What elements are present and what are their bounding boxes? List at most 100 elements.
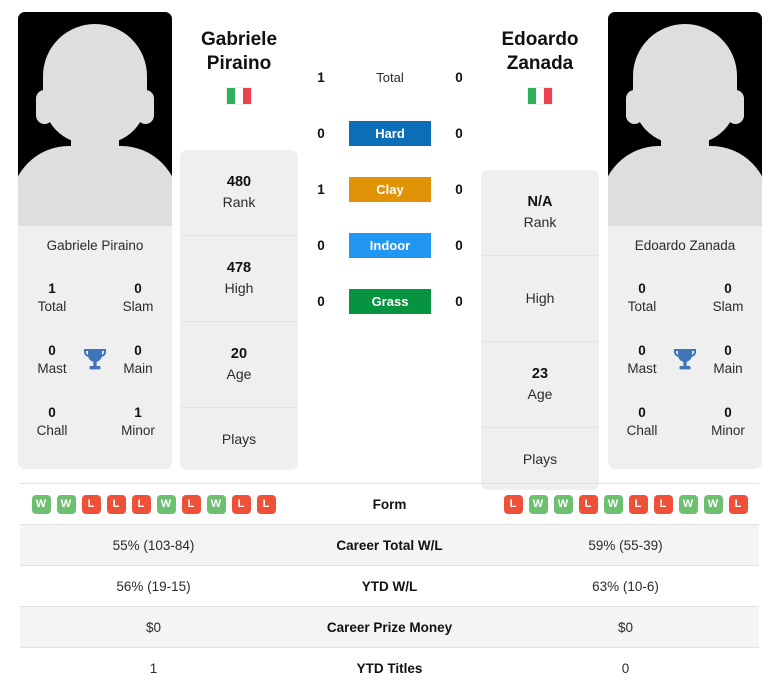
high-cell-left: 478 High (180, 236, 298, 322)
table-row-career-prize-money: $0 Career Prize Money $0 (20, 606, 759, 648)
value: 0 (638, 404, 646, 420)
form-badge[interactable]: L (131, 494, 151, 514)
value: 0 (48, 342, 56, 358)
trophy-icon (668, 347, 702, 373)
label: Mast (37, 361, 67, 376)
label: Total (37, 299, 67, 314)
player-name-right: Edoardo Zanada (634, 238, 736, 253)
surface-badge-hard[interactable]: Hard (349, 120, 431, 146)
label: Minor (711, 423, 745, 438)
avatar-ear-icon (137, 90, 154, 124)
ytd-wl-left: 56% (19-15) (116, 578, 191, 594)
titles-chall-left: 0 Chall (28, 404, 76, 440)
avatar-right (608, 12, 762, 226)
rank-cell-left: 480 Rank (180, 150, 298, 236)
player-first-name-left: Gabriele (200, 29, 278, 50)
plays-cell-left: Plays (180, 408, 298, 470)
surface-score-left: 1 (317, 181, 325, 197)
row-label-ytd-titles: YTD Titles (356, 660, 423, 676)
form-badge[interactable]: L (231, 494, 251, 514)
form-badge[interactable]: W (703, 494, 723, 514)
titles-grid-right: 0 Total 0 Slam 0 Mast 0 Main 0 Chall 0 M… (608, 263, 762, 469)
label: Chall (626, 423, 658, 438)
surface-score-right: 0 (455, 125, 463, 141)
comparison-stats-table: WWLLLWLWLL Form LWWLWLLWWL 55% (103-84) … (20, 483, 759, 689)
titles-row: 0 Chall 0 Minor (608, 391, 762, 453)
label: Slam (122, 299, 154, 314)
career-total-wl-right: 59% (55-39) (588, 537, 663, 553)
italy-flag-icon (527, 86, 553, 105)
label: High (525, 290, 555, 307)
titles-grid-left: 1 Total 0 Slam 0 Mast 0 Main 0 Chall 1 M… (18, 263, 172, 469)
surface-badge-clay[interactable]: Clay (349, 176, 431, 202)
titles-mast-right: 0 Mast (618, 342, 666, 378)
value: 0 (48, 404, 56, 420)
career-prize-money-left: $0 (145, 619, 162, 635)
form-badge[interactable]: L (106, 494, 126, 514)
surface-row-indoor: 0 Indoor 0 (310, 230, 470, 260)
form-badge[interactable]: L (181, 494, 201, 514)
form-badge[interactable]: L (578, 494, 598, 514)
form-badge[interactable]: W (678, 494, 698, 514)
surface-badge-grass[interactable]: Grass (349, 288, 431, 314)
ytd-titles-right: 0 (621, 660, 630, 676)
avatar-ear-icon (626, 90, 643, 124)
form-badge[interactable]: W (553, 494, 573, 514)
surface-score-right: 0 (455, 181, 463, 197)
surface-score-right: 0 (455, 237, 463, 253)
value: 20 (230, 346, 248, 363)
form-badge[interactable]: W (31, 494, 51, 514)
form-badge[interactable]: L (628, 494, 648, 514)
titles-main-right: 0 Main (704, 342, 752, 378)
row-label-form: Form (372, 496, 407, 512)
value: 0 (724, 404, 732, 420)
player-photo-card-right[interactable]: Edoardo Zanada 0 Total 0 Slam 0 Mast 0 M… (608, 12, 762, 469)
italy-flag-icon (226, 86, 252, 105)
avatar-body-icon (608, 146, 762, 226)
form-badge[interactable]: L (728, 494, 748, 514)
trophy-icon (78, 347, 112, 373)
row-label-ytd-wl: YTD W/L (361, 578, 418, 594)
player-header-left[interactable]: Gabriele Piraino (175, 28, 303, 105)
label: Chall (36, 423, 68, 438)
surface-row-grass: 0 Grass 0 (310, 286, 470, 316)
surface-badge-indoor[interactable]: Indoor (349, 232, 431, 258)
form-badge[interactable]: L (256, 494, 276, 514)
plays-cell-right: Plays (481, 428, 599, 490)
head-to-head-surfaces: 1 Total 0 0 Hard 0 1 Clay 0 0 Indoor 0 0 Grass 0 (310, 62, 470, 342)
value: 1 (48, 280, 56, 296)
form-badge[interactable]: L (81, 494, 101, 514)
player-comparison-header: Gabriele Piraino 1 Total 0 Slam 0 Mast 0… (0, 0, 779, 490)
form-strip-left: WWLLLWLWLL (20, 494, 287, 514)
label: Minor (121, 423, 155, 438)
titles-minor-right: 0 Minor (704, 404, 752, 440)
form-badge[interactable]: W (603, 494, 623, 514)
row-label-career-prize-money: Career Prize Money (326, 619, 453, 635)
player-stats-card-right: N/A Rank High 23 Age Plays (481, 170, 599, 490)
form-badge[interactable]: L (503, 494, 523, 514)
titles-chall-right: 0 Chall (618, 404, 666, 440)
value: 478 (226, 260, 252, 277)
form-badge[interactable]: W (528, 494, 548, 514)
player-header-right[interactable]: Edoardo Zanada (476, 28, 604, 105)
label: Plays (522, 450, 558, 467)
form-badge[interactable]: W (56, 494, 76, 514)
value: 0 (724, 280, 732, 296)
player-photo-card-left[interactable]: Gabriele Piraino 1 Total 0 Slam 0 Mast 0… (18, 12, 172, 469)
rank-cell-right: N/A Rank (481, 170, 599, 256)
form-badge[interactable]: L (653, 494, 673, 514)
form-badge[interactable]: W (156, 494, 176, 514)
surface-score-right: 0 (455, 69, 463, 85)
form-badge[interactable]: W (206, 494, 226, 514)
label: Mast (627, 361, 657, 376)
player-name-left: Gabriele Piraino (46, 238, 144, 253)
label: High (224, 279, 254, 296)
high-cell-right: High (481, 256, 599, 342)
label: Age (226, 365, 252, 382)
label: Rank (523, 213, 557, 230)
form-strip-right: LWWLWLLWWL (492, 494, 759, 514)
player-first-name-right: Edoardo (501, 29, 579, 50)
surface-score-left: 0 (317, 125, 325, 141)
ytd-wl-right: 63% (10-6) (592, 578, 659, 594)
age-cell-left: 20 Age (180, 322, 298, 408)
